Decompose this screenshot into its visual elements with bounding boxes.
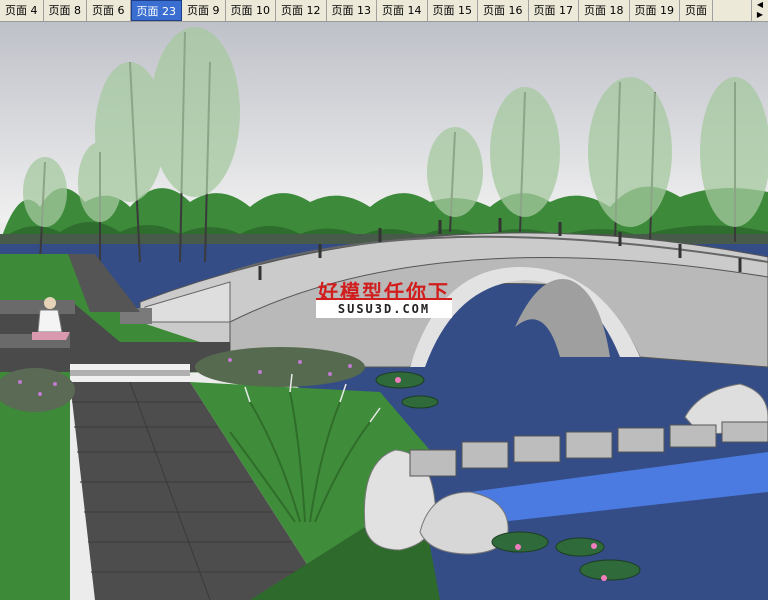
scroll-left-icon[interactable]: ◀ xyxy=(752,0,768,10)
scene-tab[interactable]: 页面 13 xyxy=(326,0,377,21)
bench xyxy=(0,300,75,314)
watermark-en: SUSU3D.COM xyxy=(316,300,452,318)
scene-tab[interactable]: 页面 9 xyxy=(182,0,226,21)
scene-tab[interactable]: 页面 19 xyxy=(629,0,680,21)
scene-tab[interactable]: 页面 10 xyxy=(225,0,276,21)
scene-tab[interactable]: 页面 18 xyxy=(579,0,630,21)
scene-tab[interactable]: 页面 8 xyxy=(43,0,87,21)
scroll-right-icon[interactable]: ▶ xyxy=(752,10,768,20)
scene-tab[interactable]: 页面 4 xyxy=(0,0,44,21)
scene-tab[interactable]: 页面 23 xyxy=(130,0,182,21)
steps xyxy=(70,364,190,382)
scene-tab[interactable]: 页面 6 xyxy=(87,0,131,21)
watermark: 好模型任你下 SUSU3D.COM xyxy=(316,276,452,320)
tab-scroll-arrows[interactable]: ◀ ▶ xyxy=(751,0,768,21)
scene-tab-bar: 页面 4 页面 8 页面 6 页面 23 页面 9 页面 10 页面 12 页面 13 页面 1… xyxy=(0,0,768,22)
watermark-cn: 好模型任你下 xyxy=(318,280,450,304)
scene-tab[interactable]: 页面 17 xyxy=(528,0,579,21)
scene-tab[interactable]: 页面 14 xyxy=(377,0,428,21)
scene-tab[interactable]: 页面 12 xyxy=(276,0,327,21)
scene-tab[interactable]: 页面 xyxy=(680,0,713,21)
scene-tab[interactable]: 页面 16 xyxy=(478,0,529,21)
scene-tab[interactable]: 页面 15 xyxy=(427,0,478,21)
